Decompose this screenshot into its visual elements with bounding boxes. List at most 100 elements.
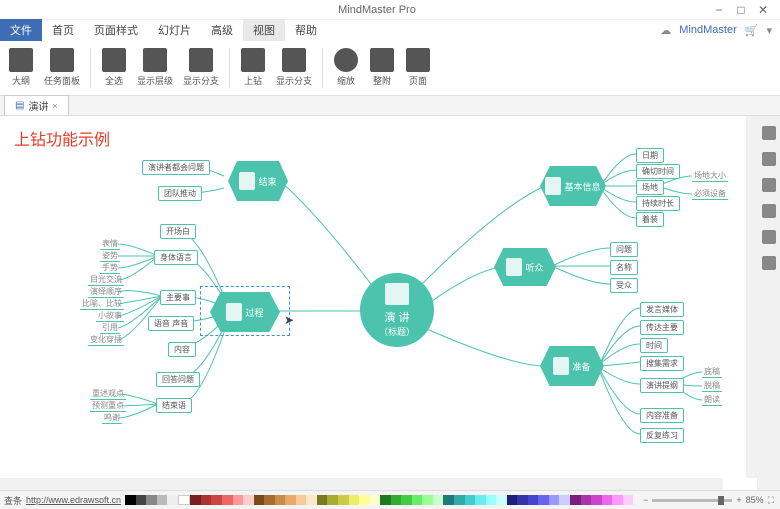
color-palette[interactable] [125,495,633,505]
node-basic[interactable]: 基本信息 [540,166,606,206]
zoom-out-icon[interactable]: − [643,495,648,505]
sub-aud-name[interactable]: 名称 [610,260,638,275]
ribbon-show-branch2[interactable]: 显示分支 [272,43,316,93]
leaf[interactable]: 目光交流 [88,274,124,286]
sub-prep-media[interactable]: 发言媒体 [640,302,684,317]
sub-prep-content[interactable]: 内容准备 [640,408,684,423]
side-style-icon[interactable] [762,152,776,166]
menu-help[interactable]: 帮助 [285,19,327,41]
ribbon-drillup[interactable]: 上钻 [236,43,270,93]
leaf[interactable]: 演绎顺序 [88,286,124,298]
ribbon-show-branch[interactable]: 显示分支 [179,43,223,93]
status-url[interactable]: http://www.edrawsoft.cn [26,495,121,505]
node-prepare[interactable]: 准备 [540,346,604,386]
menu-home[interactable]: 首页 [42,19,84,41]
dropdown-icon[interactable]: ▾ [766,24,772,37]
zoom-in-icon[interactable]: + [736,495,741,505]
leaf[interactable]: 场地大小 [692,170,728,182]
document-tab[interactable]: ▤ 演讲 × [4,95,69,115]
cart-icon[interactable]: 🛒 [745,24,759,37]
ribbon-outline[interactable]: 大纲 [4,43,38,93]
sub-basic-venue[interactable]: 场地 [636,180,664,195]
leaf[interactable]: 引用 [100,322,120,334]
sub-prep-msg[interactable]: 传达主要 [640,320,684,335]
ribbon-show-levels[interactable]: 显示层级 [133,43,177,93]
doc-tab-close[interactable]: × [52,101,57,111]
horizontal-scrollbar[interactable] [0,478,723,490]
sub-end-team[interactable]: 团队推动 [158,186,202,201]
zoom-value: 85% [746,495,764,505]
person-icon [239,172,255,190]
side-export-icon[interactable] [762,256,776,270]
maximize-button[interactable]: □ [730,3,752,17]
zoom-control[interactable]: − + 85% ⛶ [637,495,780,506]
sub-proc-body[interactable]: 身体语言 [154,250,198,265]
sub-prep-req[interactable]: 搜集需求 [640,356,684,371]
node-end[interactable]: 结束 [228,161,288,201]
sub-end-q[interactable]: 演讲者都会问题 [142,160,210,175]
ribbon-fit[interactable]: 整附 [365,43,399,93]
ribbon-zoom[interactable]: 缩放 [329,43,363,93]
leaf[interactable]: 底稿 [702,366,722,378]
leaf[interactable]: 脱稿 [702,380,722,392]
zoom-slider[interactable] [652,499,732,502]
menu-advanced[interactable]: 高级 [201,19,243,41]
side-search-icon[interactable] [762,126,776,140]
node-audience[interactable]: 听众 [494,248,556,286]
node-center[interactable]: 演 讲 （标题） [360,273,434,347]
menu-file[interactable]: 文件 [0,19,42,41]
sub-proc-content[interactable]: 内容 [168,342,196,357]
leaf[interactable]: 比喻、比较 [80,298,124,310]
leaf[interactable]: 表情 [100,238,120,250]
example-label: 上钻功能示例 [14,126,110,150]
leaf[interactable]: 变化穿插 [88,334,124,346]
menu-page-style[interactable]: 页面样式 [84,19,148,41]
leaf[interactable]: 预测重点 [90,400,126,412]
sub-aud-who[interactable]: 受众 [610,278,638,293]
side-history-icon[interactable] [762,230,776,244]
sub-prep-time[interactable]: 时间 [640,338,668,353]
ribbon-select-all[interactable]: 全选 [97,43,131,93]
leaf[interactable]: 重述观点 [90,388,126,400]
menu-bar: 文件 首页 页面样式 幻灯片 高级 视图 帮助 ☁ MindMaster 🛒 ▾ [0,20,780,40]
menu-view[interactable]: 视图 [243,19,285,41]
minimize-button[interactable]: − [708,3,730,17]
sub-proc-open[interactable]: 开场白 [160,224,196,239]
side-icons-icon[interactable] [762,178,776,192]
ribbon-taskpanel[interactable]: 任务面板 [40,43,84,93]
sub-prep-outline[interactable]: 演讲提纲 [640,378,684,393]
sub-basic-duration[interactable]: 持续时长 [636,196,680,211]
leaf[interactable]: 小故事 [96,310,124,322]
sub-aud-q[interactable]: 问题 [610,242,638,257]
menu-slides[interactable]: 幻灯片 [148,19,201,41]
cloud-icon[interactable]: ☁ [660,24,671,37]
side-clip-icon[interactable] [762,204,776,218]
sub-basic-dress[interactable]: 着装 [636,212,664,227]
leaf[interactable]: 手势 [100,262,120,274]
leaf[interactable]: 姿势 [100,250,120,262]
brand-label[interactable]: MindMaster [679,24,736,36]
close-window-button[interactable]: ✕ [752,3,774,17]
sub-proc-closing[interactable]: 结束语 [156,398,192,413]
sub-basic-date[interactable]: 日期 [636,148,664,163]
doc-tab-name: 演讲 [28,98,48,113]
sub-basic-time[interactable]: 确切时间 [636,164,680,179]
person-icon [553,357,569,375]
sub-proc-answer[interactable]: 回答问题 [156,372,200,387]
person-icon [545,177,561,195]
leaf[interactable]: 朗读 [702,394,722,406]
person-icon [226,303,242,321]
leaf[interactable]: 鸣谢 [102,412,122,424]
vertical-scrollbar[interactable] [746,116,758,478]
node-process[interactable]: 过程 [210,292,280,332]
cursor-icon: ➤ [284,313,294,327]
sub-proc-main[interactable]: 主要事 [160,290,196,305]
status-url-label: 查条 [0,494,26,507]
fullscreen-icon[interactable]: ⛶ [768,495,774,506]
sub-proc-voice[interactable]: 语音 声音 [148,316,194,331]
canvas[interactable]: 上钻功能示例 演 讲 （标题） 结束 演 [0,116,758,490]
ribbon-page[interactable]: 页面 [401,43,435,93]
sub-prep-practice[interactable]: 反复练习 [640,428,684,443]
app-title: MindMaster Pro [46,4,708,16]
leaf[interactable]: 必须设备 [692,188,728,200]
